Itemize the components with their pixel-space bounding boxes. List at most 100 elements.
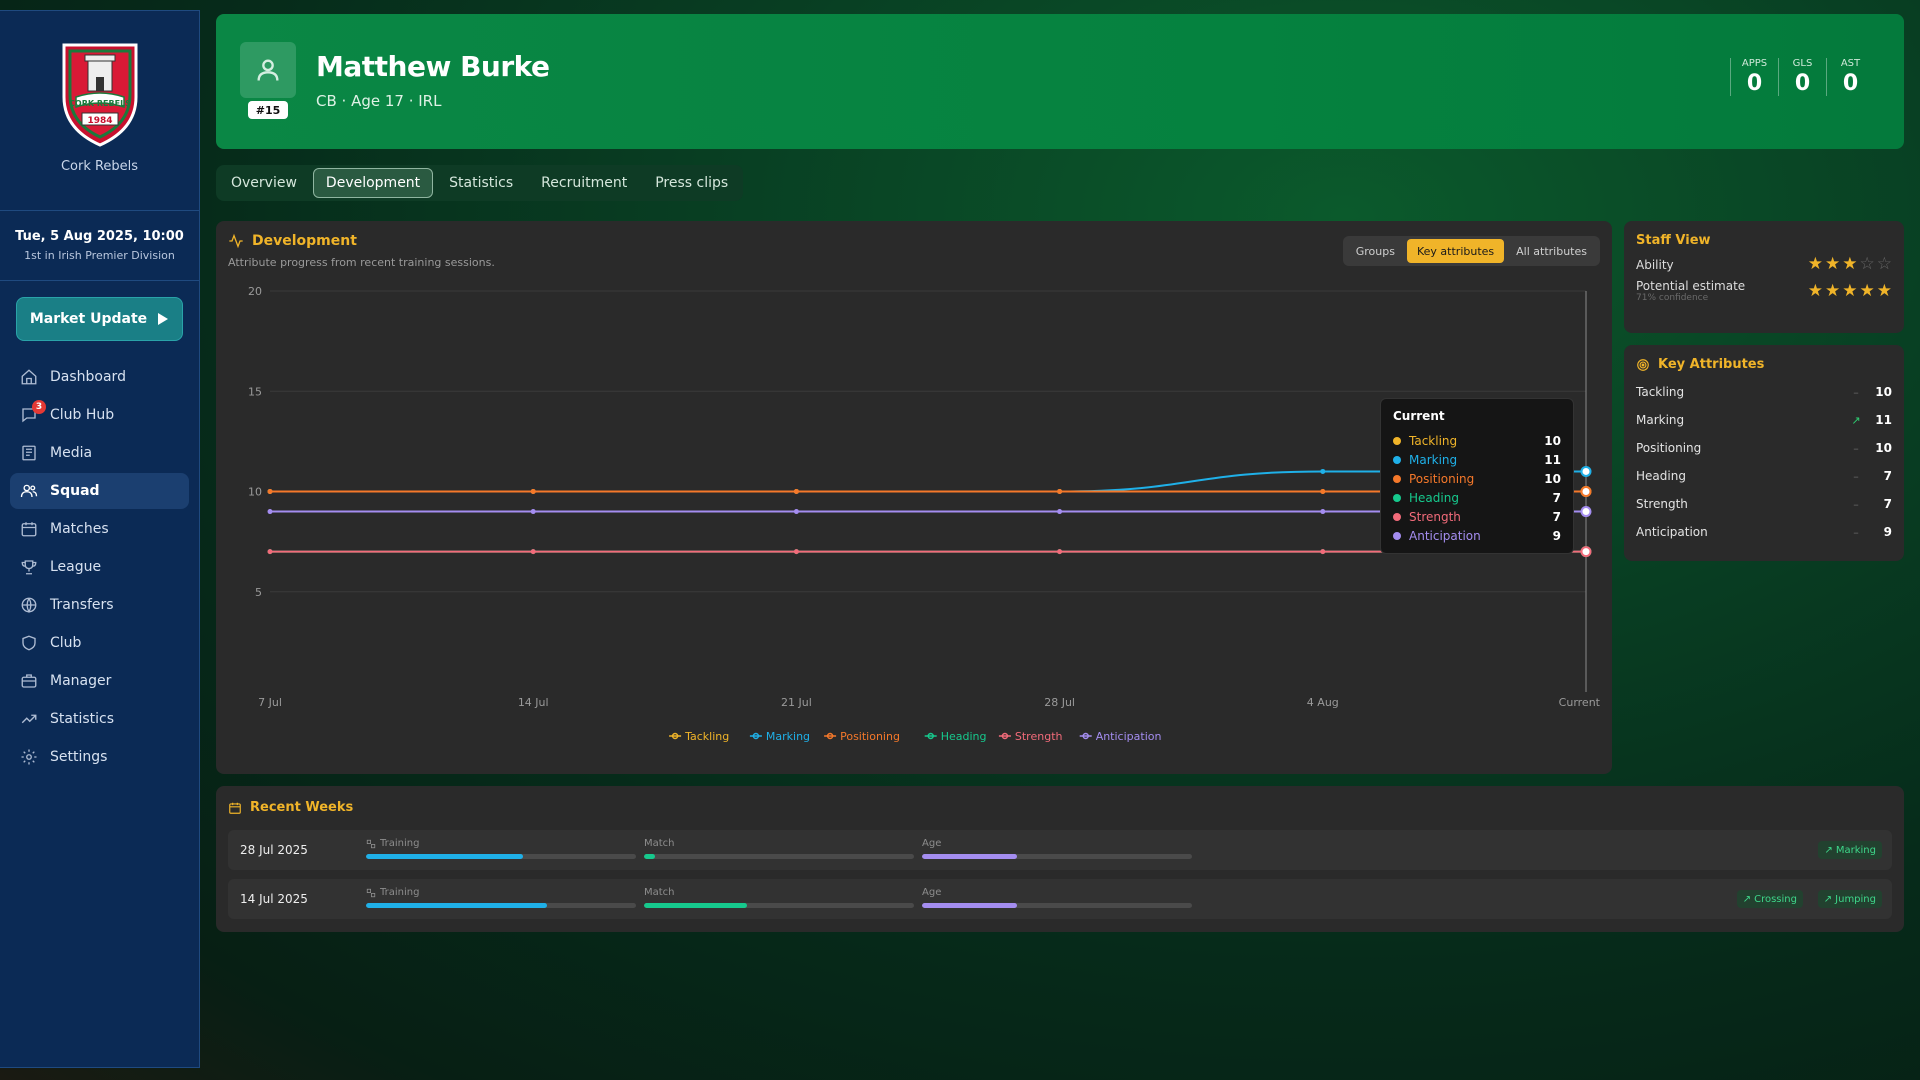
tab-recruitment[interactable]: Recruitment (529, 168, 639, 198)
x-tick-label: 7 Jul (258, 696, 282, 709)
ability-label: Ability (1636, 257, 1674, 272)
sidebar-item-label: Transfers (50, 597, 114, 613)
sidebar-item-club[interactable]: Club (10, 625, 189, 661)
current-date: Tue, 5 Aug 2025, 10:00 (15, 229, 184, 244)
data-point-positioning (1320, 489, 1326, 494)
stat-value: 0 (1794, 71, 1811, 96)
avatar (240, 42, 296, 98)
recent-weeks-title: Recent Weeks (228, 800, 353, 815)
key-attribute-row: Positioning – 10 (1636, 434, 1892, 462)
development-title-text: Development (252, 233, 357, 249)
toggle-groups[interactable]: Groups (1346, 239, 1405, 263)
age-label-text: Age (922, 838, 942, 849)
match-bar-group: Match (644, 838, 914, 859)
tooltip-dot (1393, 436, 1401, 445)
sidebar-item-label: Dashboard (50, 369, 126, 385)
legend-label: Heading (941, 730, 987, 743)
staff-view-title: Staff View (1636, 233, 1711, 248)
tooltip-value: 9 (1552, 528, 1561, 543)
tab-overview[interactable]: Overview (219, 168, 309, 198)
trend-up-icon: ↗ (1823, 893, 1833, 905)
tooltip-title: Current (1393, 409, 1445, 423)
toggle-all-attributes[interactable]: All attributes (1506, 239, 1597, 263)
star-filled-icon: ★ (1842, 280, 1858, 301)
trend-flat-icon: – (1853, 525, 1859, 539)
training-bar-track (366, 854, 636, 859)
play-icon (158, 313, 169, 325)
week-date: 14 Jul 2025 (240, 892, 308, 906)
tooltip-name: Marking (1409, 452, 1458, 467)
chip-label: Crossing (1754, 893, 1797, 905)
attribute-gain-chip: ↗ Marking (1818, 841, 1882, 859)
key-attribute-row: Strength – 7 (1636, 490, 1892, 518)
age-bar-fill (922, 903, 1017, 908)
sidebar-item-club-hub[interactable]: 3 Club Hub (10, 397, 189, 433)
key-attribute-name: Tackling (1636, 385, 1685, 399)
tooltip-value: 11 (1544, 452, 1561, 467)
sidebar-item-statistics[interactable]: Statistics (10, 701, 189, 737)
tooltip-row: Strength 7 (1393, 507, 1561, 526)
key-attribute-value: 10 (1875, 441, 1892, 455)
sidebar-item-squad[interactable]: Squad (10, 473, 189, 509)
legend-label: Marking (766, 730, 810, 743)
user-icon (257, 59, 279, 81)
sidebar-item-label: Club (50, 635, 82, 651)
sidebar-item-label: Matches (50, 521, 109, 537)
sidebar-item-transfers[interactable]: Transfers (10, 587, 189, 623)
player-tabs: Overview Development Statistics Recruitm… (216, 165, 744, 201)
market-update-label: Market Update (29, 311, 148, 327)
club-name: Cork Rebels (60, 159, 139, 174)
chart-tooltip: Current Tackling 10 Marking 11 Positioning 10… (1380, 398, 1574, 554)
sidebar-item-dashboard[interactable]: Dashboard (10, 359, 189, 395)
age-label: Age (922, 887, 1192, 898)
age-label-text: Age (922, 887, 942, 898)
y-tick-label: 10 (248, 486, 262, 499)
tooltip-dot (1393, 474, 1401, 483)
key-attributes-panel: Key Attributes Tackling – 10 Marking ↗ 11 Posi… (1624, 345, 1904, 561)
training-label: Training (366, 838, 636, 849)
gear-icon (21, 749, 37, 765)
legend-label: Positioning (840, 730, 900, 743)
market-update-button[interactable]: Market Update (16, 297, 183, 341)
x-tick-label: 14 Jul (518, 696, 549, 709)
sidebar-item-league[interactable]: League (10, 549, 189, 585)
briefcase-icon (21, 674, 37, 688)
newspaper-icon (22, 445, 36, 461)
player-meta: CB · Age 17 · IRL (316, 92, 442, 110)
x-tick-label: 4 Aug (1307, 696, 1339, 709)
chip-label: Marking (1835, 844, 1876, 856)
match-bar-fill (644, 903, 747, 908)
data-point-strength (530, 549, 536, 555)
tab-development[interactable]: Development (312, 168, 434, 198)
globe-icon (21, 597, 37, 614)
sidebar-item-media[interactable]: Media (10, 435, 189, 471)
tab-press-clips[interactable]: Press clips (643, 168, 740, 198)
users-icon (20, 484, 38, 498)
sidebar-item-label: Manager (50, 673, 112, 689)
svg-text:CORK REBELS: CORK REBELS (69, 99, 131, 108)
sidebar-item-manager[interactable]: Manager (10, 663, 189, 699)
sidebar-item-matches[interactable]: Matches (10, 511, 189, 547)
development-panel: 5 10 15 20 7 Jul 14 Jul 21 Jul 28 Jul 4 Aug Curre… (216, 221, 1612, 774)
sidebar-item-label: Squad (50, 483, 100, 499)
trend-flat-icon: – (1853, 469, 1859, 483)
recent-weeks-panel: Recent Weeks 28 Jul 2025 Training Match … (216, 786, 1904, 932)
tooltip-row: Anticipation 9 (1393, 526, 1561, 545)
toggle-key-attributes[interactable]: Key attributes (1406, 239, 1505, 263)
shirt-number: #15 (248, 101, 288, 119)
training-bar-track (366, 903, 636, 908)
notification-badge: 3 (32, 400, 46, 414)
key-attribute-value: 11 (1875, 413, 1892, 427)
data-point-strength (1057, 549, 1063, 555)
week-row: 14 Jul 2025 Training Match Age ↗ Jumping ↗… (228, 879, 1892, 919)
tooltip-value: 10 (1544, 471, 1561, 486)
data-point-positioning (267, 489, 273, 494)
tab-statistics[interactable]: Statistics (437, 168, 525, 198)
target-icon (1637, 358, 1649, 371)
match-bar-track (644, 854, 914, 859)
y-tick-label: 20 (248, 285, 262, 298)
sidebar-item-settings[interactable]: Settings (10, 739, 189, 775)
data-point-strength (267, 549, 273, 555)
data-point-positioning (793, 489, 799, 494)
tooltip-dot (1393, 455, 1401, 464)
